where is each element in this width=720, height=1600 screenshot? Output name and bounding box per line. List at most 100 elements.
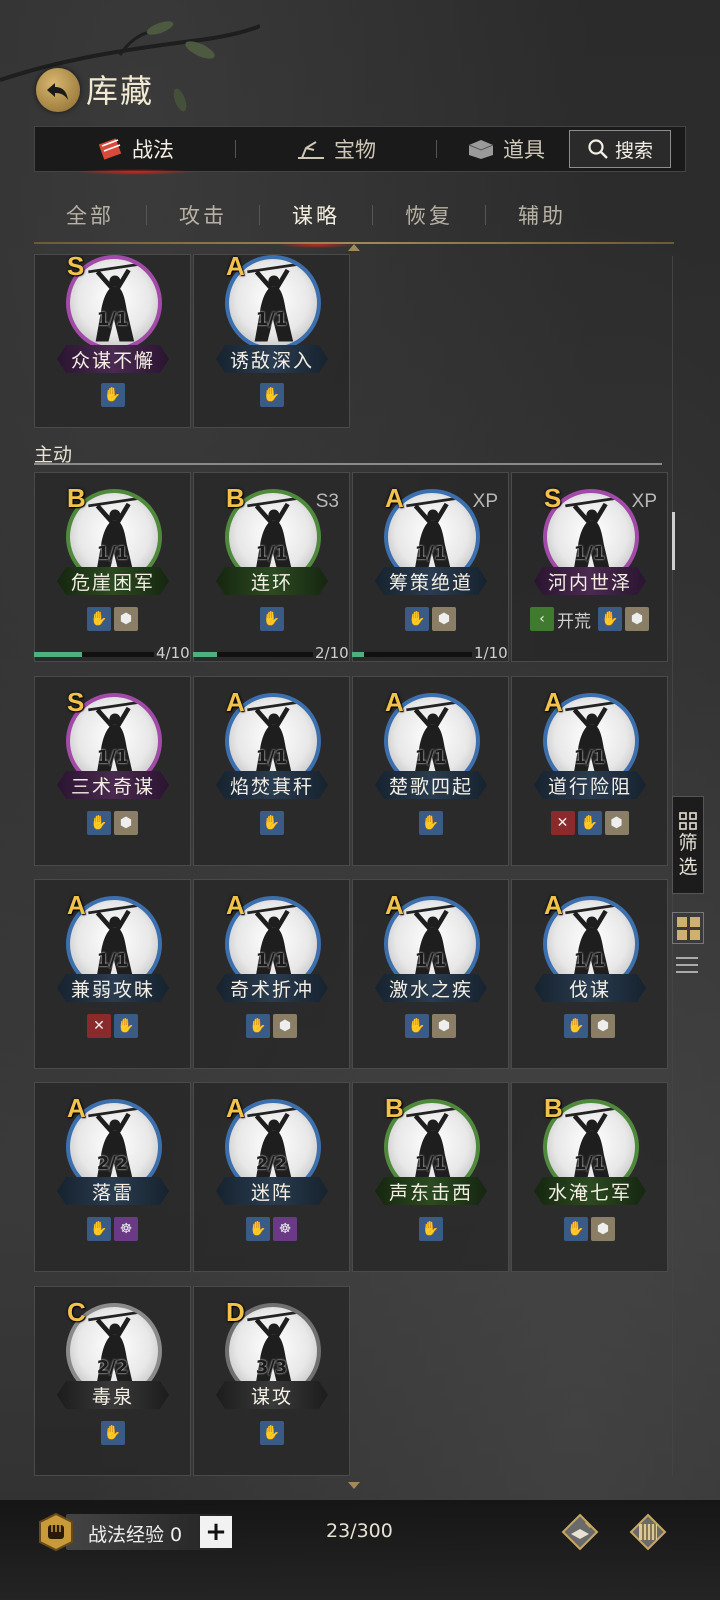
skill-card[interactable]: B 1/1 声东击西 ✋ — [352, 1082, 509, 1272]
subtab-attack[interactable]: 攻击 — [147, 200, 259, 230]
grade-badge: A — [385, 483, 404, 513]
tab-zhanfa[interactable]: 战法 — [35, 127, 235, 175]
pouch-icon: ⬢ — [432, 607, 456, 631]
skill-name: 谋攻 — [216, 1381, 328, 1409]
stack-count: 1/1 — [255, 747, 288, 768]
season-tag: XP — [631, 491, 657, 512]
grid-view-icon[interactable] — [672, 912, 704, 944]
skill-name: 兼弱攻昧 — [57, 974, 169, 1002]
bamboo-slips-icon[interactable] — [628, 1512, 668, 1552]
skill-card[interactable]: A XP 1/1 筹策绝道 ✋ ⬢ — [352, 472, 509, 662]
main-tab-bar: 战法 宝物 道具 搜索 — [34, 126, 686, 175]
skill-card[interactable]: A 1/1 奇术折冲 ✋ ⬢ — [193, 879, 350, 1069]
type-icons: ✋ — [194, 1421, 349, 1445]
type-icons: ✋ — [35, 383, 190, 407]
grade-badge: S — [67, 251, 85, 281]
season-tag: XP — [472, 491, 498, 512]
progress-bar — [193, 652, 313, 657]
hand-icon: ✋ — [100, 383, 125, 407]
hand-icon: ✋ — [564, 1014, 588, 1038]
skill-card[interactable]: A 1/1 激水之疾 ✋ ⬢ — [352, 879, 509, 1069]
grade-badge: B — [226, 483, 245, 513]
progress-label: 2/10 — [315, 644, 349, 662]
skill-card[interactable]: D 3/3 谋攻 ✋ — [193, 1286, 350, 1476]
skill-name: 道行险阻 — [534, 771, 646, 799]
skill-card[interactable]: A 1/1 诱敌深入 ✋ — [193, 251, 350, 428]
type-icons: ✋ ⬢ — [353, 1014, 508, 1038]
book-upgrade-icon[interactable] — [560, 1512, 600, 1552]
type-icons: ✋ ⬢ — [512, 1217, 667, 1241]
sub-tab-bar: 全部 攻击 谋略 恢复 辅助 — [34, 190, 686, 248]
subtab-all[interactable]: 全部 — [34, 200, 146, 230]
grade-badge: A — [226, 687, 245, 717]
skill-card[interactable]: S 1/1 众谋不懈 ✋ — [34, 251, 191, 428]
skill-card[interactable]: A 1/1 道行险阻 ✕ ✋ ⬢ — [511, 676, 668, 866]
skill-card[interactable]: A 1/1 焰焚萁秆 ✋ — [193, 676, 350, 866]
hand-icon: ✋ — [259, 1421, 284, 1445]
tab-baowu[interactable]: 宝物 — [236, 127, 436, 171]
hand-icon: ✋ — [418, 811, 443, 835]
progress-fill — [34, 652, 82, 657]
eye-icon: ☸ — [114, 1217, 138, 1241]
skill-card[interactable]: B S3 1/1 连环 ✋ — [193, 472, 350, 662]
type-icons: ✋ — [194, 383, 349, 407]
type-icons: ✕ ✋ — [35, 1014, 190, 1038]
crossed-swords-icon: ✕ — [550, 811, 575, 835]
filter-label: 筛选 — [678, 832, 698, 878]
skill-card[interactable]: A 2/2 迷阵 ✋ ☸ — [193, 1082, 350, 1272]
tab-daoju[interactable]: 道具 — [437, 127, 557, 171]
skill-name: 奇术折冲 — [216, 974, 328, 1002]
subtab-support[interactable]: 辅助 — [486, 200, 598, 230]
skill-name: 迷阵 — [216, 1177, 328, 1205]
list-view-icon[interactable] — [676, 954, 698, 976]
filter-button[interactable]: 筛选 — [672, 796, 704, 894]
hand-icon: ✋ — [259, 811, 284, 835]
skill-name: 激水之疾 — [375, 974, 487, 1002]
pioneer-label: 开荒 — [557, 612, 591, 632]
skill-card[interactable]: S 1/1 三术奇谋 ✋ ⬢ — [34, 676, 191, 866]
grade-badge: A — [226, 251, 245, 281]
grade-badge: B — [67, 483, 86, 513]
tab-label: 战法 — [132, 138, 174, 162]
skill-card[interactable]: C 2/2 毒泉 ✋ — [34, 1286, 191, 1476]
skill-name: 毒泉 — [57, 1381, 169, 1409]
grade-badge: D — [226, 1297, 245, 1327]
subtab-strategy[interactable]: 谋略 — [260, 200, 372, 248]
skill-name: 伐谋 — [534, 974, 646, 1002]
hand-icon: ✋ — [598, 607, 622, 631]
grade-badge: A — [544, 890, 563, 920]
type-icons: ✋ ⬢ — [35, 811, 190, 835]
skill-card[interactable]: A 2/2 落雷 ✋ ☸ — [34, 1082, 191, 1272]
pouch-icon: ⬢ — [591, 1014, 615, 1038]
stack-count: 1/1 — [573, 950, 606, 971]
pouch-icon: ⬢ — [591, 1217, 615, 1241]
skill-card[interactable]: S XP 1/1 河内世泽 ‹ 开荒 ✋ ⬢ — [511, 472, 668, 662]
pioneer-icon: ‹ — [530, 607, 554, 631]
hand-icon: ✋ — [405, 607, 429, 631]
subtab-recovery[interactable]: 恢复 — [373, 200, 485, 230]
skill-card[interactable]: B 1/1 水淹七军 ✋ ⬢ — [511, 1082, 668, 1272]
stack-count: 1/1 — [573, 747, 606, 768]
stack-count: 1/1 — [573, 1153, 606, 1174]
search-label: 搜索 — [614, 139, 653, 162]
skill-card[interactable]: A 1/1 楚歌四起 ✋ — [352, 676, 509, 866]
back-button[interactable] — [36, 68, 80, 112]
search-button[interactable]: 搜索 — [569, 130, 671, 168]
skill-card[interactable]: B 1/1 危崖困军 ✋ ⬢ — [34, 472, 191, 662]
scroll-icon — [98, 138, 122, 160]
type-icons: ✋ ⬢ — [35, 607, 190, 631]
grade-badge: S — [67, 687, 85, 717]
scrollbar-thumb[interactable] — [672, 512, 675, 570]
skill-name: 落雷 — [57, 1177, 169, 1205]
skill-card[interactable]: A 1/1 伐谋 ✋ ⬢ — [511, 879, 668, 1069]
add-exp-button[interactable]: + — [200, 1516, 232, 1548]
skill-name: 声东击西 — [375, 1177, 487, 1205]
type-icons: ✋ — [353, 811, 508, 835]
skill-name: 楚歌四起 — [375, 771, 487, 799]
progress-fill — [193, 652, 217, 657]
progress-bar — [34, 652, 154, 657]
skill-card[interactable]: A 1/1 兼弱攻昧 ✕ ✋ — [34, 879, 191, 1069]
hand-icon: ✋ — [259, 607, 284, 631]
pouch-icon: ⬢ — [114, 811, 138, 835]
type-icons: ✋ — [194, 607, 349, 631]
